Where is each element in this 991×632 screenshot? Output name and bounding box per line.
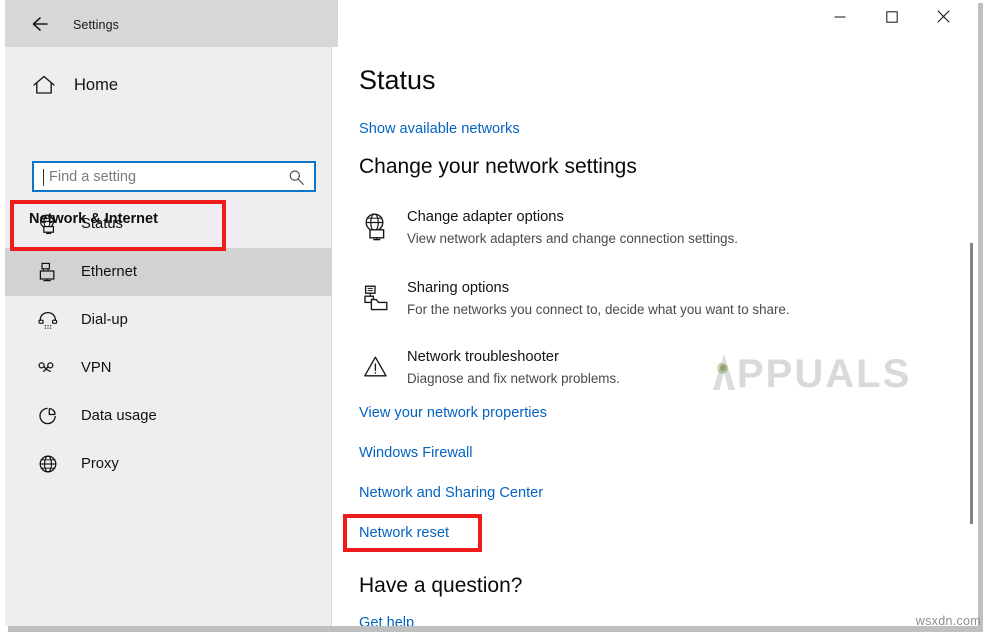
maximize-button[interactable]: [869, 0, 915, 33]
sidebar-item-vpn-label: VPN: [81, 360, 112, 376]
sidebar-nav: Status Ethernet Dial-up VPN Data usage P…: [5, 200, 332, 488]
option-description: Diagnose and fix network problems.: [407, 371, 620, 386]
search-caret: [43, 169, 44, 186]
sidebar-item-data-usage-label: Data usage: [81, 408, 157, 424]
option-change-adapter-options[interactable]: Change adapter options View network adap…: [359, 208, 919, 248]
option-description: View network adapters and change connect…: [407, 231, 739, 246]
content-scrollbar-track[interactable]: [964, 47, 978, 626]
windows-firewall-link[interactable]: Windows Firewall: [359, 445, 473, 461]
telephone-icon: [35, 308, 61, 332]
globe-icon: [35, 452, 61, 476]
shared-folder-icon: [359, 281, 393, 315]
content-pane: Status Show available networks Change yo…: [333, 47, 978, 626]
network-reset-link[interactable]: Network reset: [359, 525, 449, 541]
content-scrollbar-thumb[interactable]: [970, 243, 973, 524]
sidebar-item-proxy-label: Proxy: [81, 456, 119, 472]
sidebar-item-status[interactable]: Status: [5, 200, 332, 248]
warning-triangle-icon: [359, 350, 393, 384]
window-title: Settings: [73, 18, 119, 32]
show-available-networks-link[interactable]: Show available networks: [359, 121, 520, 137]
title-bar: Settings: [5, 0, 978, 47]
page-title: Status: [359, 65, 436, 95]
sidebar-item-data-usage[interactable]: Data usage: [5, 392, 332, 440]
sidebar-item-ethernet[interactable]: Ethernet: [5, 248, 332, 296]
sidebar-item-vpn[interactable]: VPN: [5, 344, 332, 392]
option-title: Network troubleshooter: [407, 349, 559, 365]
sidebar-item-home[interactable]: Home: [5, 65, 332, 105]
have-a-question-heading: Have a question?: [359, 574, 523, 597]
option-network-troubleshooter[interactable]: Network troubleshooter Diagnose and fix …: [359, 348, 919, 388]
view-network-properties-link[interactable]: View your network properties: [359, 405, 547, 421]
change-network-settings-heading: Change your network settings: [359, 155, 637, 178]
option-title: Change adapter options: [407, 209, 564, 225]
vpn-icon: [35, 356, 61, 380]
globe-monitor-icon: [359, 210, 393, 244]
sidebar-item-proxy[interactable]: Proxy: [5, 440, 332, 488]
pie-chart-icon: [35, 404, 61, 428]
sidebar-item-ethernet-label: Ethernet: [81, 264, 137, 280]
search-icon[interactable]: [288, 169, 305, 186]
globe-monitor-icon: [35, 212, 61, 236]
settings-window-root: Settings Home Find a setting Network & I…: [0, 0, 991, 632]
ethernet-icon: [35, 260, 61, 284]
home-icon: [30, 72, 58, 98]
option-title: Sharing options: [407, 280, 510, 296]
sidebar: Home Network & Internet: [5, 47, 332, 626]
minimize-button[interactable]: [817, 0, 863, 33]
network-sharing-center-link[interactable]: Network and Sharing Center: [359, 485, 543, 501]
sidebar-item-dialup[interactable]: Dial-up: [5, 296, 332, 344]
sidebar-item-dialup-label: Dial-up: [81, 312, 128, 328]
sidebar-home-label: Home: [74, 75, 119, 94]
sidebar-item-status-label: Status: [81, 216, 123, 232]
search-box[interactable]: [32, 161, 316, 192]
settings-window: Settings Home Find a setting Network & I…: [5, 0, 978, 626]
get-help-link[interactable]: Get help: [359, 615, 414, 626]
back-arrow-icon[interactable]: [27, 12, 55, 36]
search-input[interactable]: [47, 167, 281, 186]
close-button[interactable]: [920, 0, 966, 33]
option-description: For the networks you connect to, decide …: [407, 302, 790, 317]
option-sharing-options[interactable]: Sharing options For the networks you con…: [359, 279, 919, 319]
